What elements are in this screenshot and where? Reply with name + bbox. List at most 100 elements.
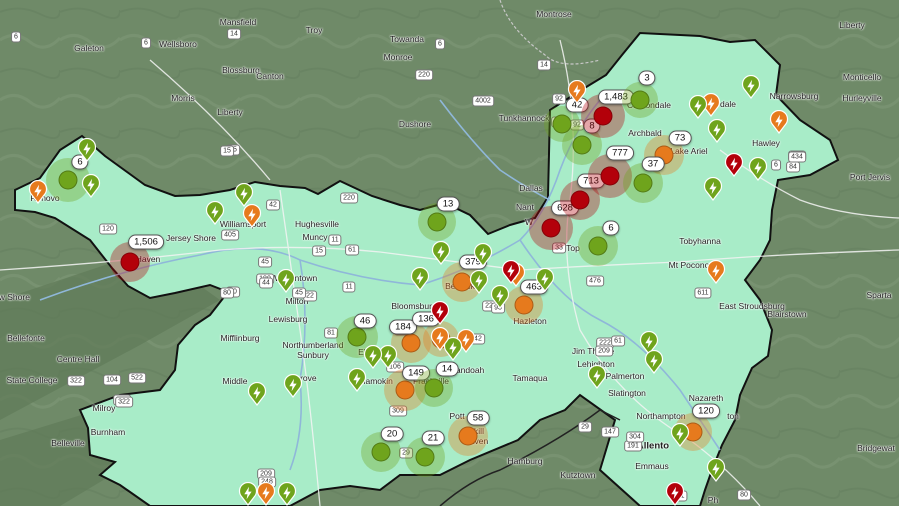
place-label-blossburg: Blossburg <box>222 65 260 75</box>
outage-pin-orange-icon[interactable] <box>704 260 728 284</box>
outage-cluster-green[interactable] <box>58 170 78 190</box>
route-shield: 42 <box>266 199 280 211</box>
outage-cluster-red[interactable] <box>600 166 620 186</box>
place-label-hughesville: Hughesville <box>295 219 339 229</box>
route-shield: 80 <box>220 287 234 299</box>
outage-cluster-green[interactable] <box>633 173 653 193</box>
outage-cluster-orange[interactable] <box>401 333 421 353</box>
route-shield: 61 <box>611 335 625 347</box>
place-label-narrowsburg: Narrowsburg <box>769 91 819 101</box>
outage-count-badge[interactable]: 120 <box>692 403 720 419</box>
outage-pin-green-icon[interactable] <box>642 350 666 374</box>
outage-pin-red-icon[interactable] <box>499 260 523 284</box>
route-shield: 476 <box>586 275 604 287</box>
outage-count-badge[interactable]: 1,506 <box>128 234 164 250</box>
place-label-troy: Troy <box>305 25 323 35</box>
outage-pin-green-icon[interactable] <box>701 177 725 201</box>
outage-cluster-green[interactable] <box>347 327 367 347</box>
outage-pin-green-icon[interactable] <box>488 285 512 309</box>
outage-pin-red-icon[interactable] <box>663 482 687 506</box>
place-label-hamburg: Hamburg <box>507 456 543 466</box>
place-label-tamaqua: Tamaqua <box>512 373 548 383</box>
outage-pin-orange-icon[interactable] <box>26 180 50 204</box>
place-label-belleville: Belleville <box>51 438 85 448</box>
outage-pin-orange-icon[interactable] <box>565 80 589 104</box>
outage-pin-orange-icon[interactable] <box>240 204 264 228</box>
outage-pin-green-icon[interactable] <box>746 157 770 181</box>
route-shield: 15 <box>312 245 326 257</box>
route-shield: 44 <box>259 277 273 289</box>
outage-pin-red-icon[interactable] <box>722 153 746 177</box>
outage-cluster-green[interactable] <box>371 442 391 462</box>
outage-count-badge[interactable]: 6 <box>602 220 620 236</box>
place-label-easton: ton <box>727 411 739 421</box>
outage-cluster-orange[interactable] <box>395 380 415 400</box>
outage-pin-green-icon[interactable] <box>471 243 495 267</box>
outage-count-badge[interactable]: 13 <box>436 196 460 212</box>
outage-map[interactable]: Mansfield Troy Montrose Liberty Galeton Wells… <box>0 0 899 506</box>
outage-pin-red-icon[interactable] <box>428 301 452 325</box>
outage-pin-green-icon[interactable] <box>408 267 432 291</box>
outage-pin-green-icon[interactable] <box>75 138 99 162</box>
place-label-kutztown: Kutztown <box>560 470 596 480</box>
outage-pin-green-icon[interactable] <box>361 345 385 369</box>
outage-count-badge[interactable]: 73 <box>668 130 692 146</box>
outage-cluster-red[interactable] <box>541 218 561 238</box>
place-label-monroe: Monroe <box>383 52 413 62</box>
place-label-liberty: Liberty <box>217 107 243 117</box>
outage-cluster-green[interactable] <box>424 378 444 398</box>
outage-pin-green-icon[interactable] <box>274 269 298 293</box>
route-shield: 61 <box>345 244 359 256</box>
outage-cluster-green[interactable] <box>588 236 608 256</box>
outage-cluster-red[interactable] <box>593 106 613 126</box>
outage-pin-green-icon[interactable] <box>281 374 305 398</box>
outage-pin-green-icon[interactable] <box>585 365 609 389</box>
outage-pin-green-icon[interactable] <box>79 174 103 198</box>
outage-cluster-green[interactable] <box>572 135 592 155</box>
outage-cluster-red[interactable] <box>570 190 590 210</box>
outage-cluster-orange[interactable] <box>514 295 534 315</box>
outage-cluster-red[interactable] <box>120 252 140 272</box>
outage-pin-green-icon[interactable] <box>668 423 692 447</box>
place-label-slatington: Slatington <box>608 388 646 398</box>
place-label-port-jervis: Port Jervis <box>849 172 891 182</box>
outage-pin-green-icon[interactable] <box>705 119 729 143</box>
outage-count-badge[interactable]: 14 <box>435 361 459 377</box>
outage-cluster-green[interactable] <box>630 90 650 110</box>
outage-pin-green-icon[interactable] <box>686 95 710 119</box>
outage-count-badge[interactable]: 37 <box>641 156 665 172</box>
place-label-tunkhannock: Tunkhannock <box>498 113 550 123</box>
outage-pin-orange-icon[interactable] <box>428 327 452 351</box>
outage-pin-green-icon[interactable] <box>245 382 269 406</box>
outage-count-badge[interactable]: 58 <box>466 410 490 426</box>
outage-count-badge[interactable]: 777 <box>606 145 634 161</box>
route-shield: 80 <box>737 489 751 501</box>
place-label-dallas: Dallas <box>519 183 543 193</box>
outage-pin-green-icon[interactable] <box>739 75 763 99</box>
route-shield: 209 <box>595 345 613 357</box>
outage-pin-green-icon[interactable] <box>275 482 299 506</box>
place-label-emmaus: Emmaus <box>635 461 669 471</box>
outage-cluster-orange[interactable] <box>458 426 478 446</box>
outage-pin-green-icon[interactable] <box>704 458 728 482</box>
place-label-lewisburg: Lewisburg <box>268 314 308 324</box>
place-label-towanda: Towanda <box>389 34 425 44</box>
outage-pin-orange-icon[interactable] <box>767 110 791 134</box>
outage-cluster-green[interactable] <box>552 114 572 134</box>
outage-cluster-green[interactable] <box>427 212 447 232</box>
outage-pin-green-icon[interactable] <box>345 368 369 392</box>
outage-pin-green-icon[interactable] <box>533 268 557 292</box>
outage-pin-green-icon[interactable] <box>236 482 260 506</box>
outage-pin-green-icon[interactable] <box>203 201 227 225</box>
outage-count-badge[interactable]: 46 <box>353 313 377 329</box>
place-label-muncy: Muncy <box>302 232 328 242</box>
place-label-blairstown: Blairstown <box>767 309 807 319</box>
outage-count-badge[interactable]: 20 <box>380 426 404 442</box>
outage-cluster-green[interactable] <box>415 447 435 467</box>
outage-count-badge[interactable]: 3 <box>638 70 656 86</box>
outage-pin-green-icon[interactable] <box>429 241 453 265</box>
place-label-sunbury: Sunbury <box>297 350 329 360</box>
outage-count-badge[interactable]: 21 <box>421 430 445 446</box>
route-shield: 104 <box>103 374 121 386</box>
route-shield: 14 <box>537 59 551 71</box>
